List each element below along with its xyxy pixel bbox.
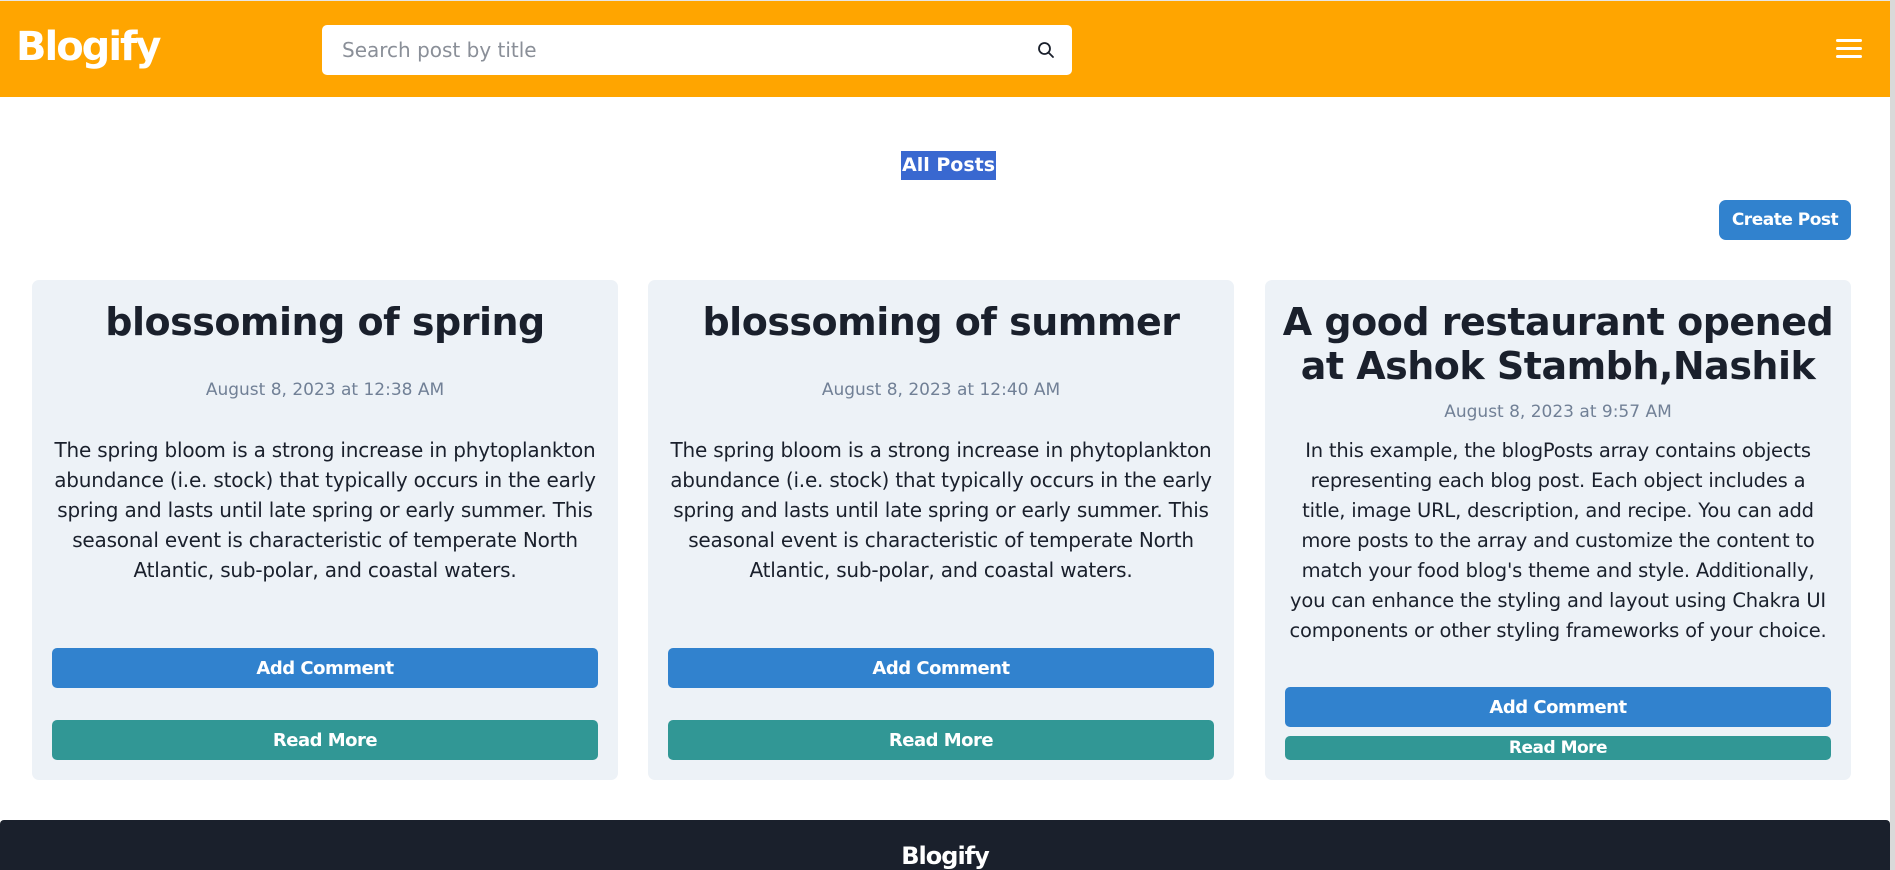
read-more-button[interactable]: Read More — [668, 720, 1214, 760]
post-card: blossoming of spring August 8, 2023 at 1… — [32, 280, 618, 780]
post-date: August 8, 2023 at 12:40 AM — [821, 380, 1061, 400]
read-more-button[interactable]: Read More — [52, 720, 598, 760]
hamburger-menu-icon[interactable] — [1836, 39, 1862, 61]
menu-bar — [1836, 55, 1862, 58]
create-post-button[interactable]: Create Post — [1719, 200, 1851, 240]
post-title: A good restaurant opened at Ashok Stambh… — [1282, 300, 1834, 388]
add-comment-button[interactable]: Add Comment — [52, 648, 598, 688]
post-description: The spring bloom is a strong increase in… — [54, 438, 596, 582]
post-title: blossoming of spring — [105, 300, 545, 344]
post-title: blossoming of summer — [702, 300, 1180, 344]
post-description: In this example, the blogPosts array con… — [1289, 439, 1827, 642]
search-icon[interactable] — [1036, 40, 1056, 60]
search-input[interactable] — [322, 25, 1012, 75]
post-description: The spring bloom is a strong increase in… — [670, 438, 1212, 582]
post-card: A good restaurant opened at Ashok Stambh… — [1265, 280, 1851, 780]
post-date: August 8, 2023 at 9:57 AM — [1444, 402, 1672, 422]
add-comment-button[interactable]: Add Comment — [1285, 687, 1831, 727]
footer-brand: Blogify — [901, 842, 989, 870]
menu-bar — [1836, 39, 1862, 42]
navbar: Blogify — [0, 0, 1890, 97]
page-title: All Posts — [901, 151, 997, 180]
search-bar — [322, 25, 1072, 75]
read-more-button[interactable]: Read More — [1285, 736, 1831, 760]
post-date: August 8, 2023 at 12:38 AM — [205, 380, 445, 400]
blogify-page: Blogify All Posts Create Post blossoming… — [0, 0, 1895, 870]
footer: Blogify — [0, 820, 1890, 870]
brand-logo[interactable]: Blogify — [16, 24, 161, 70]
post-card: blossoming of summer August 8, 2023 at 1… — [648, 280, 1234, 780]
menu-bar — [1836, 47, 1862, 50]
add-comment-button[interactable]: Add Comment — [668, 648, 1214, 688]
